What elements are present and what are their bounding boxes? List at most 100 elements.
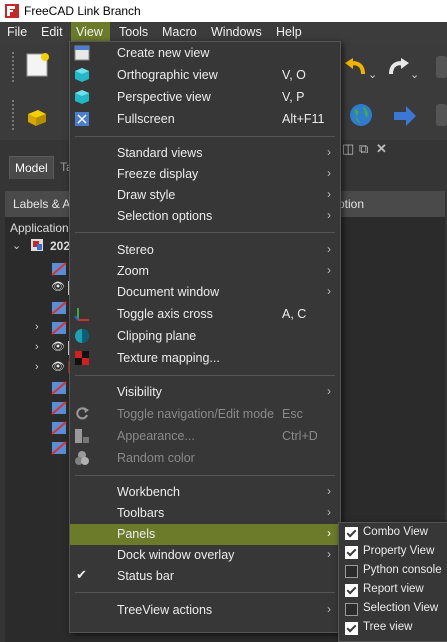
hidden-object-icon — [51, 401, 67, 415]
visibility-eye-icon[interactable]: 👁 — [51, 360, 65, 373]
menu-windows[interactable]: Windows — [206, 22, 267, 42]
menu-help[interactable]: Help — [271, 22, 307, 42]
menu-macro[interactable]: Macro — [157, 22, 202, 42]
new-document-icon[interactable] — [24, 52, 50, 78]
web-globe-icon[interactable] — [348, 102, 374, 128]
redo-dropdown-icon[interactable]: ⌄ — [410, 68, 419, 81]
cube-icon — [75, 90, 89, 104]
random-color-icon — [75, 451, 89, 465]
submenu-arrow-icon: › — [327, 505, 331, 519]
submenu-arrow-icon: › — [327, 284, 331, 298]
tree-column-description[interactable]: ption — [338, 197, 364, 211]
menu-item-dock-window-overlay[interactable]: Dock window overlay › — [70, 545, 340, 566]
menu-item-toggle-axis-cross[interactable]: Toggle axis cross A, C — [70, 304, 340, 325]
checkbox-checked[interactable] — [345, 622, 358, 635]
hidden-object-icon — [51, 381, 67, 395]
menu-item-standard-views[interactable]: Standard views › — [70, 143, 340, 164]
checkbox-unchecked[interactable] — [345, 565, 358, 578]
submenu-arrow-icon: › — [327, 526, 331, 540]
collapse-arrow-icon[interactable]: › — [35, 321, 39, 333]
hidden-object-icon — [51, 301, 67, 315]
hidden-object-icon — [51, 321, 67, 335]
appearance-icon — [75, 429, 89, 443]
menu-bar: File Edit View Tools Macro Windows Help — [0, 22, 447, 42]
document-icon — [31, 239, 43, 251]
part-boxes-icon[interactable] — [24, 102, 50, 128]
submenu-item-report-view[interactable]: Report view — [339, 581, 447, 600]
menu-item-visibility[interactable]: Visibility › — [70, 382, 340, 403]
fullscreen-icon — [75, 112, 89, 126]
toolbar-grip[interactable] — [12, 52, 17, 82]
checkbox-unchecked[interactable] — [345, 603, 358, 616]
collapse-arrow-icon[interactable]: › — [35, 361, 39, 373]
window-title: FreeCAD Link Branch — [24, 4, 141, 18]
panel-float-icon[interactable]: ⧉ — [359, 141, 368, 157]
menu-item-zoom[interactable]: Zoom › — [70, 261, 340, 282]
checkbox-checked[interactable] — [345, 584, 358, 597]
submenu-item-selection-view[interactable]: Selection View — [339, 600, 447, 619]
menu-item-toolbars[interactable]: Toolbars › — [70, 503, 340, 524]
freecad-logo-icon — [5, 4, 19, 18]
menu-item-stereo[interactable]: Stereo › — [70, 240, 340, 261]
next-page-icon[interactable] — [436, 104, 447, 126]
expand-icon[interactable]: ⌄ — [12, 239, 21, 252]
menu-edit[interactable]: Edit — [36, 22, 68, 42]
menu-item-treeview-actions[interactable]: TreeView actions › — [70, 600, 340, 621]
panels-submenu: Combo View Property View Python console … — [338, 522, 447, 642]
tab-model[interactable]: Model — [9, 156, 54, 179]
menu-item-clipping-plane[interactable]: Clipping plane — [70, 326, 340, 347]
submenu-arrow-icon: › — [327, 208, 331, 222]
visibility-eye-icon[interactable]: 👁 — [51, 280, 65, 293]
menu-item-status-bar[interactable]: ✔ Status bar — [70, 566, 340, 587]
menu-item-freeze-display[interactable]: Freeze display › — [70, 164, 340, 185]
panel-close-icon[interactable]: ✕ — [376, 141, 387, 157]
menu-item-toggle-navigation[interactable]: Toggle navigation/Edit mode Esc — [70, 404, 340, 425]
tree-column-labels[interactable]: Labels & A — [13, 197, 70, 211]
submenu-arrow-icon: › — [327, 484, 331, 498]
submenu-arrow-icon: › — [327, 602, 331, 616]
menu-item-appearance[interactable]: Appearance... Ctrl+D — [70, 426, 340, 447]
menu-item-document-window[interactable]: Document window › — [70, 282, 340, 303]
menu-file[interactable]: File — [2, 22, 32, 42]
submenu-item-property-view[interactable]: Property View — [339, 543, 447, 562]
menu-view[interactable]: View — [71, 22, 110, 42]
undo-icon[interactable] — [343, 54, 369, 80]
toolbar-grip[interactable] — [12, 100, 17, 130]
menu-item-workbench[interactable]: Workbench › — [70, 482, 340, 503]
menu-item-selection-options[interactable]: Selection options › — [70, 206, 340, 227]
new-view-icon — [74, 45, 90, 61]
texture-icon — [75, 351, 89, 365]
menu-item-panels[interactable]: Panels › — [70, 524, 340, 545]
submenu-arrow-icon: › — [327, 242, 331, 256]
hidden-object-icon — [51, 262, 67, 276]
menu-tools[interactable]: Tools — [114, 22, 153, 42]
submenu-item-combo-view[interactable]: Combo View — [339, 524, 447, 543]
menu-item-random-color[interactable]: Random color — [70, 448, 340, 469]
menu-item-fullscreen[interactable]: Fullscreen Alt+F11 — [70, 109, 340, 130]
tree-document-label[interactable]: 202 — [50, 239, 70, 253]
panel-overlay-icon[interactable]: ◫ — [342, 141, 354, 157]
menu-separator — [75, 232, 335, 233]
submenu-arrow-icon: › — [327, 187, 331, 201]
checkbox-checked[interactable] — [345, 527, 358, 540]
submenu-arrow-icon: › — [327, 384, 331, 398]
forward-arrow-icon[interactable] — [392, 103, 418, 129]
visibility-eye-icon[interactable]: 👁 — [51, 340, 65, 353]
checkbox-checked[interactable] — [345, 546, 358, 559]
view-menu: Create new view Orthographic view V, O P… — [69, 41, 341, 633]
submenu-item-python-console[interactable]: Python console — [339, 562, 447, 581]
menu-item-draw-style[interactable]: Draw style › — [70, 185, 340, 206]
menu-separator — [75, 375, 335, 376]
undo-dropdown-icon[interactable]: ⌄ — [368, 68, 377, 81]
refresh-icon[interactable] — [436, 56, 447, 78]
menu-separator — [75, 136, 335, 137]
redo-icon[interactable] — [385, 54, 411, 80]
menu-item-create-new-view[interactable]: Create new view — [70, 43, 340, 64]
submenu-arrow-icon: › — [327, 547, 331, 561]
hidden-object-icon — [51, 421, 67, 435]
collapse-arrow-icon[interactable]: › — [35, 341, 39, 353]
menu-item-orthographic-view[interactable]: Orthographic view V, O — [70, 65, 340, 86]
menu-item-perspective-view[interactable]: Perspective view V, P — [70, 87, 340, 108]
submenu-item-tree-view[interactable]: Tree view — [339, 619, 447, 638]
menu-item-texture-mapping[interactable]: Texture mapping... — [70, 348, 340, 369]
